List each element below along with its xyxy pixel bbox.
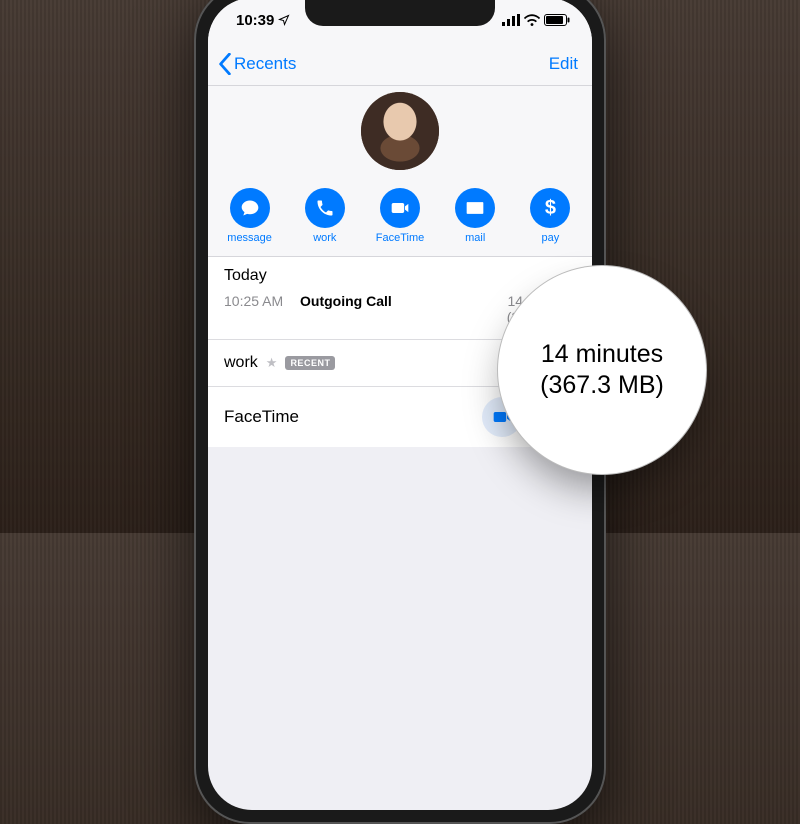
cellular-icon xyxy=(502,14,520,26)
magnifier-callout: 14 minutes (367.3 MB) xyxy=(504,272,700,468)
log-type: Outgoing Call xyxy=(300,293,392,325)
log-time: 10:25 AM xyxy=(224,293,288,325)
nav-bar: Recents Edit xyxy=(208,42,592,86)
magnifier-line1: 14 minutes xyxy=(541,339,663,370)
phone-icon xyxy=(315,198,335,218)
wifi-icon xyxy=(524,14,540,26)
chevron-left-icon xyxy=(218,53,232,75)
video-icon xyxy=(492,407,512,427)
notch xyxy=(305,0,495,26)
action-facetime[interactable]: FaceTime xyxy=(362,188,437,244)
log-header: Today xyxy=(224,267,576,285)
video-icon xyxy=(390,198,410,218)
back-label: Recents xyxy=(234,54,296,74)
location-icon xyxy=(278,14,290,26)
favorite-star-icon: ★ xyxy=(266,355,278,371)
action-label: work xyxy=(313,232,336,244)
contact-actions: message work FaceTime mail $ pay xyxy=(208,182,592,257)
magnifier-line2: (367.3 MB) xyxy=(540,370,664,401)
action-label: FaceTime xyxy=(376,232,425,244)
facetime-label: FaceTime xyxy=(224,407,299,427)
action-pay[interactable]: $ pay xyxy=(513,188,588,244)
phone-label: work xyxy=(224,354,258,372)
battery-icon xyxy=(544,14,570,26)
action-work[interactable]: work xyxy=(287,188,362,244)
avatar-section xyxy=(208,86,592,182)
action-label: mail xyxy=(465,232,485,244)
recent-badge: RECENT xyxy=(285,356,335,370)
edit-button[interactable]: Edit xyxy=(549,54,582,74)
contact-avatar[interactable] xyxy=(361,92,439,170)
action-message[interactable]: message xyxy=(212,188,287,244)
action-label: pay xyxy=(542,232,560,244)
message-icon xyxy=(240,198,260,218)
dollar-icon: $ xyxy=(545,197,556,220)
status-time: 10:39 xyxy=(236,12,274,29)
back-button[interactable]: Recents xyxy=(218,53,296,75)
action-mail[interactable]: mail xyxy=(438,188,513,244)
mail-icon xyxy=(465,198,485,218)
action-label: message xyxy=(227,232,272,244)
